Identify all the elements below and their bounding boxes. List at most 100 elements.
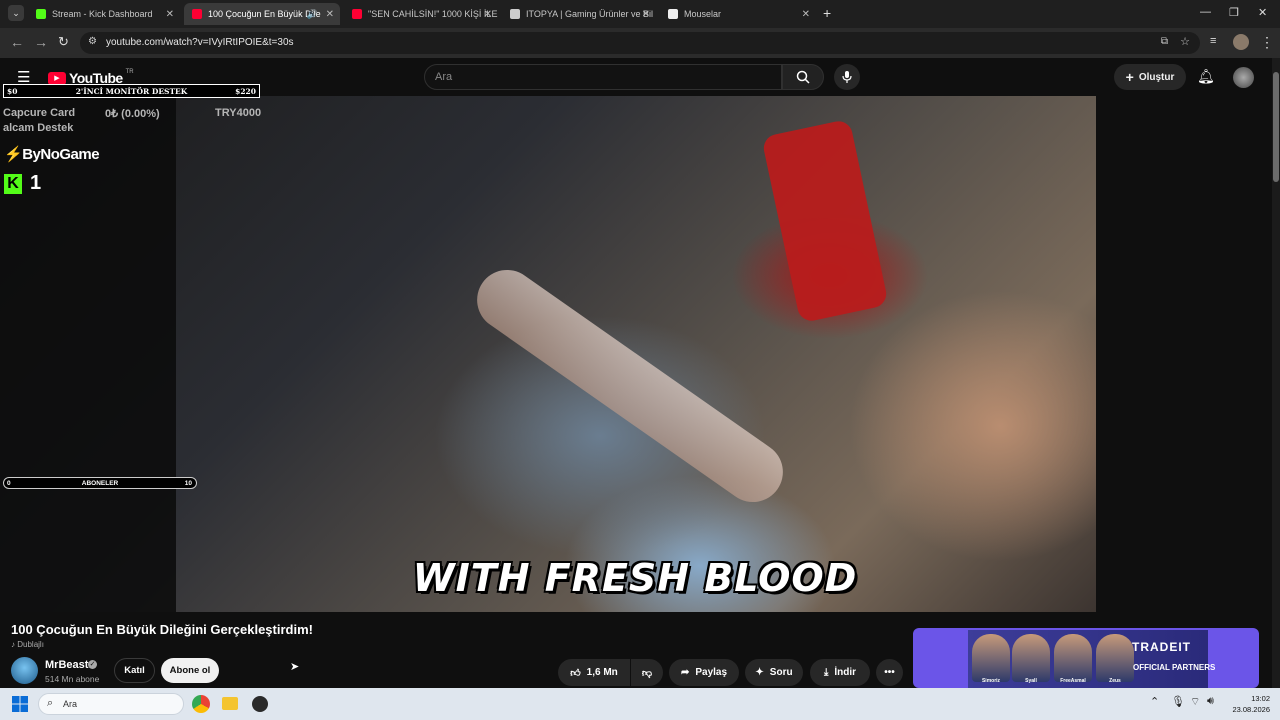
- account-avatar[interactable]: [1233, 67, 1254, 88]
- obs-taskbar-icon[interactable]: [252, 696, 268, 712]
- close-tab-icon[interactable]: ✕: [642, 9, 650, 20]
- donation-goal-title: 2'İNCİ MONİTÖR DESTEK: [75, 87, 188, 96]
- close-tab-icon[interactable]: ✕: [166, 9, 174, 20]
- forward-icon[interactable]: →: [34, 34, 48, 50]
- tab-kick-dashboard[interactable]: Stream - Kick Dashboard ✕: [28, 3, 180, 25]
- channel-name[interactable]: MrBeast: [45, 659, 88, 671]
- capture-card-label: Capcure Card: [3, 107, 76, 119]
- sparkle-icon: ✦: [755, 667, 764, 678]
- chrome-taskbar-icon[interactable]: [192, 695, 210, 713]
- browser-tab-strip: ⌄ Stream - Kick Dashboard ✕ 100 Çocuğun …: [0, 0, 1280, 28]
- channel-avatar[interactable]: [11, 657, 38, 684]
- sponsor-name: ByNoGame: [22, 146, 100, 163]
- taskbar-search-icon: ⌕: [47, 697, 54, 709]
- bookmark-star-icon[interactable]: ☆: [1180, 35, 1190, 48]
- tab-search-button[interactable]: ⌄: [8, 5, 24, 21]
- dub-audio-icon: ♪: [11, 640, 15, 649]
- verified-check-icon: ✓: [88, 660, 97, 669]
- sponsor-logo: ⚡ByNoGame: [4, 145, 100, 163]
- scrollbar-thumb[interactable]: [1273, 72, 1279, 182]
- address-bar[interactable]: ⚙ youtube.com/watch?v=IVyIRtIPOIE&t=30s …: [80, 32, 1200, 54]
- ad-team-photo: Simoriz Syall FreeAsmal Zeus: [968, 630, 1208, 688]
- subscribe-button[interactable]: Abone ol: [161, 658, 219, 683]
- audio-playing-icon[interactable]: 🔊: [307, 9, 318, 20]
- tray-overflow-icon[interactable]: ⌃: [1150, 695, 1159, 708]
- tab-title: ITOPYA | Gaming Ürünler ve Bil: [526, 9, 654, 19]
- sponsor-ad-banner[interactable]: Simoriz Syall FreeAsmal Zeus: [913, 628, 1259, 688]
- clock-time: 13:02: [1251, 694, 1270, 703]
- taskbar-clock[interactable]: 13:02 23.08.2026: [1226, 693, 1270, 715]
- windows-start-icon[interactable]: [12, 696, 28, 712]
- create-button[interactable]: + Oluştur: [1114, 64, 1186, 90]
- create-label: Oluştur: [1138, 71, 1175, 83]
- subs-target: 10: [184, 479, 192, 487]
- like-count: 1,6 Mn: [586, 667, 618, 678]
- capture-card-progress: 0₺ (0.00%): [105, 108, 160, 120]
- youtube-favicon-icon: [192, 9, 202, 19]
- ad-player-name: Simoriz: [981, 678, 1001, 684]
- donation-target: $220: [235, 87, 256, 96]
- close-tab-icon[interactable]: ✕: [326, 9, 334, 20]
- search-button[interactable]: [782, 64, 824, 90]
- tab-itopya[interactable]: ITOPYA | Gaming Ürünler ve Bil ✕: [502, 3, 656, 25]
- ask-button[interactable]: ✦ Soru: [745, 659, 803, 686]
- site-info-icon[interactable]: ⚙: [88, 36, 97, 47]
- search-placeholder: Ara: [435, 71, 453, 83]
- reload-icon[interactable]: ↻: [58, 34, 69, 50]
- file-explorer-icon[interactable]: [222, 697, 238, 710]
- tab-title: "SEN CAHİLSİN!" 1000 KİŞİ İLE: [368, 9, 498, 19]
- notifications-bell-icon[interactable]: 🔔︎: [1197, 68, 1215, 85]
- close-window-icon[interactable]: ✕: [1258, 6, 1267, 19]
- ad-brand-name: TRADEIT: [1132, 640, 1191, 654]
- ad-tagline: OFFICIAL PARTNERS: [1133, 663, 1216, 672]
- url-text[interactable]: youtube.com/watch?v=IVyIRtIPOIE&t=30s: [106, 37, 294, 48]
- tray-volume-icon[interactable]: 🔊︎: [1207, 695, 1214, 708]
- tab-title: Stream - Kick Dashboard: [52, 9, 153, 19]
- new-tab-icon[interactable]: +: [823, 5, 831, 21]
- ad-player-name: Zeus: [1109, 678, 1121, 684]
- minimize-icon[interactable]: —: [1200, 6, 1211, 18]
- itopya-favicon-icon: [510, 9, 520, 19]
- share-button[interactable]: ➦ Paylaş: [669, 659, 739, 686]
- close-tab-icon[interactable]: ✕: [484, 9, 492, 20]
- taskbar-search-placeholder: Ara: [63, 699, 78, 709]
- mouse-cursor: ➤: [290, 661, 300, 673]
- taskbar-search-input[interactable]: ⌕ Ara: [38, 693, 184, 715]
- video-title: 100 Çocuğun En Büyük Dileğini Gerçekleşt…: [11, 622, 313, 637]
- page-scrollbar[interactable]: [1272, 58, 1280, 688]
- plus-icon: +: [1125, 69, 1134, 85]
- video-player[interactable]: WITH FRESH BLOOD: [0, 96, 1096, 612]
- tray-wifi-icon[interactable]: ⌔: [1190, 695, 1200, 709]
- thumbs-up-icon: 👍︎: [570, 667, 581, 679]
- microphone-icon: [842, 71, 852, 83]
- kick-viewer-count: 1: [30, 172, 42, 194]
- search-icon: [796, 70, 810, 84]
- close-tab-icon[interactable]: ✕: [802, 9, 810, 20]
- dislike-button[interactable]: 👎︎: [631, 659, 663, 686]
- restore-icon[interactable]: ❐: [1229, 6, 1239, 19]
- search-input[interactable]: Ara: [424, 64, 782, 90]
- share-label: Paylaş: [695, 667, 728, 678]
- tab-mouselar[interactable]: Mouselar ✕: [660, 3, 816, 25]
- tab-youtube-other[interactable]: "SEN CAHİLSİN!" 1000 KİŞİ İLE ✕: [344, 3, 498, 25]
- kick-favicon-icon: [36, 9, 46, 19]
- ad-player-portrait: [1096, 634, 1134, 682]
- tray-microphone-icon[interactable]: 🎙︎: [1171, 695, 1185, 708]
- profile-avatar[interactable]: [1233, 34, 1249, 50]
- install-app-icon[interactable]: ⧉: [1161, 36, 1168, 47]
- download-icon: ⤓: [823, 667, 829, 678]
- tab-title: Mouselar: [684, 9, 722, 19]
- like-button[interactable]: 👍︎ 1,6 Mn: [558, 659, 630, 686]
- tab-youtube-video[interactable]: 100 Çocuğun En Büyük Dile 🔊 ✕: [184, 3, 340, 25]
- ad-player-portrait: [1054, 634, 1092, 682]
- voice-search-button[interactable]: [834, 64, 860, 90]
- subscriber-count: 514 Mn abone: [45, 674, 100, 684]
- download-button[interactable]: ⤓ İndir: [810, 659, 870, 686]
- subs-label: ABONELER: [81, 479, 119, 487]
- kick-logo-icon: K: [4, 173, 22, 194]
- join-button[interactable]: Katıl: [114, 658, 155, 683]
- browser-menu-icon[interactable]: ⋮: [1260, 34, 1274, 51]
- media-control-icon[interactable]: ≡: [1210, 35, 1216, 47]
- more-actions-button[interactable]: •••: [876, 659, 903, 686]
- back-icon[interactable]: ←: [10, 34, 24, 50]
